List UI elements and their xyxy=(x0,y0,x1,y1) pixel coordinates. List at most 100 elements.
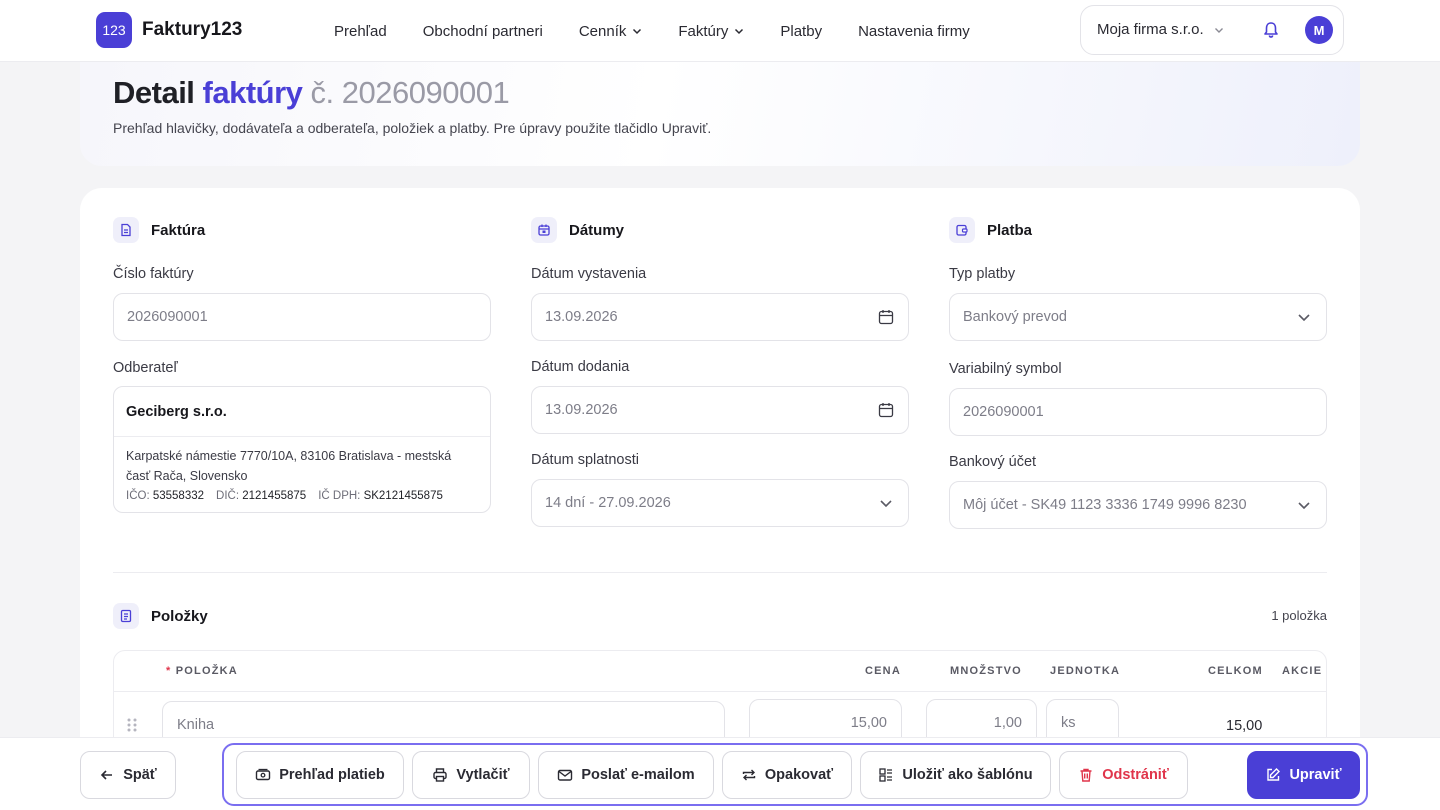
delivery-date-label: Dátum dodania xyxy=(531,359,630,375)
nav-label: Platby xyxy=(780,22,823,40)
print-button[interactable]: Vytlačiť xyxy=(412,751,530,799)
payment-type-select[interactable]: Bankový prevod xyxy=(949,293,1327,341)
section-title: Platba xyxy=(987,221,1033,239)
dic-label: DIČ: xyxy=(216,490,240,502)
repeat-icon xyxy=(742,769,756,781)
title-accent: faktúry xyxy=(202,75,303,110)
bell-icon[interactable] xyxy=(1261,20,1281,40)
wallet-icon xyxy=(949,217,975,243)
due-date-select[interactable]: 14 dní - 27.09.2026 xyxy=(531,479,909,527)
mail-icon xyxy=(558,769,573,781)
client-label: Odberateľ xyxy=(113,360,178,376)
edit-button[interactable]: Upraviť xyxy=(1247,751,1360,799)
column-header-price: CENA xyxy=(865,665,901,677)
field-value: Bankový prevod xyxy=(963,309,1067,325)
field-value: 13.09.2026 xyxy=(545,309,618,325)
payments-overview-button[interactable]: Prehľad platieb xyxy=(236,751,404,799)
column-header-unit: JEDNOTKA xyxy=(1050,665,1121,677)
items-section-header: Položky xyxy=(113,602,208,630)
nav-item-invoices[interactable]: Faktúry xyxy=(660,0,762,62)
column-header-actions: AKCIE xyxy=(1282,665,1323,677)
repeat-button[interactable]: Opakovať xyxy=(722,751,852,799)
document-icon xyxy=(113,217,139,243)
item-total: 15,00 xyxy=(1226,718,1263,734)
icdph-value: SK2121455875 xyxy=(363,490,443,502)
nav-item-payments[interactable]: Platby xyxy=(762,0,840,62)
button-label: Poslať e-mailom xyxy=(581,767,695,783)
main-nav: Prehľad Obchodní partneri Cenník Faktúry… xyxy=(316,0,988,62)
nav-label: Cenník xyxy=(578,22,627,40)
client-address: Karpatské námestie 7770/10A, 83106 Brati… xyxy=(126,449,452,483)
items-count: 1 položka xyxy=(1271,608,1327,623)
client-card[interactable]: Geciberg s.r.o. Karpatské námestie 7770/… xyxy=(113,386,491,513)
invoice-number-title: č. 2026090001 xyxy=(310,75,510,110)
chevron-down-icon xyxy=(633,28,642,35)
section-header: Platba xyxy=(949,216,1327,244)
calendar-icon xyxy=(531,217,557,243)
app-name: Faktury123 xyxy=(142,19,243,40)
nav-item-pricelist[interactable]: Cenník xyxy=(561,0,661,62)
field-value: 13.09.2026 xyxy=(545,402,618,418)
app-logo[interactable]: 123 Faktury123 xyxy=(96,12,242,48)
nav-label: Obchodní partneri xyxy=(422,22,543,40)
issue-date-field[interactable]: 13.09.2026 xyxy=(531,293,909,341)
calendar-icon[interactable] xyxy=(877,401,895,419)
delivery-date-field[interactable]: 13.09.2026 xyxy=(531,386,909,434)
nav-label: Prehľad xyxy=(334,22,387,40)
avatar[interactable]: M xyxy=(1305,16,1333,44)
header-divider xyxy=(114,691,1326,692)
client-ids: IČO: 53558332 DIČ: 2121455875 IČ DPH: SK… xyxy=(114,486,490,506)
company-name: Moja firma s.r.o. xyxy=(1097,21,1204,38)
action-bar: Späť Prehľad platieb Vytlačiť Poslať e-m… xyxy=(0,737,1440,810)
ico-value: 53558332 xyxy=(152,490,205,502)
send-email-button[interactable]: Poslať e-mailom xyxy=(538,751,714,799)
ico-label: IČO: xyxy=(126,490,150,502)
payment-section: Platba Typ platby Bankový prevod Variabi… xyxy=(949,216,1327,529)
bank-account-select[interactable]: Môj účet - SK49 1123 3336 1749 9996 8230 xyxy=(949,481,1327,529)
section-title: Dátumy xyxy=(569,221,625,239)
column-header-total: CELKOM xyxy=(1208,665,1263,677)
save-as-template-button[interactable]: Uložiť ako šablónu xyxy=(860,751,1051,799)
logo-mark: 123 xyxy=(96,12,132,48)
invoice-detail-card: Faktúra Číslo faktúry 2026090001 Odberat… xyxy=(80,188,1360,810)
calendar-icon[interactable] xyxy=(877,308,895,326)
nav-item-settings[interactable]: Nastavenia firmy xyxy=(840,0,988,62)
list-icon xyxy=(113,603,139,629)
money-icon xyxy=(256,768,271,781)
template-icon xyxy=(879,768,893,782)
variable-symbol-field[interactable]: 2026090001 xyxy=(949,388,1327,436)
button-label: Upraviť xyxy=(1289,767,1342,783)
required-mark: * xyxy=(166,665,172,677)
client-name: Geciberg s.r.o. xyxy=(114,387,490,437)
trash-icon xyxy=(1080,768,1092,782)
user-box: Moja firma s.r.o. M xyxy=(1080,5,1344,55)
drag-handle-icon[interactable] xyxy=(126,717,138,733)
section-title: Faktúra xyxy=(151,221,206,239)
invoice-number-label: Číslo faktúry xyxy=(113,266,194,282)
button-label: Odstrániť xyxy=(1102,767,1169,783)
back-button[interactable]: Späť xyxy=(80,751,176,799)
page-header: Detail faktúry č. 2026090001 Prehľad hla… xyxy=(80,62,1360,166)
variable-symbol-label: Variabilný symbol xyxy=(949,361,1062,377)
delete-button[interactable]: Odstrániť xyxy=(1059,751,1188,799)
column-header-item: * POLOŽKA xyxy=(166,665,238,677)
company-switcher[interactable]: Moja firma s.r.o. xyxy=(1097,21,1224,38)
nav-item-partners[interactable]: Obchodní partneri xyxy=(405,0,561,62)
column-header-quantity: MNOŽSTVO xyxy=(950,665,1022,677)
button-label: Uložiť ako šablónu xyxy=(902,767,1033,783)
button-label: Vytlačiť xyxy=(456,767,510,783)
dates-section: Dátumy Dátum vystavenia 13.09.2026 Dátum… xyxy=(531,216,909,527)
column-label: POLOŽKA xyxy=(175,665,238,677)
nav-label: Nastavenia firmy xyxy=(858,22,970,40)
bank-account-label: Bankový účet xyxy=(949,454,1037,470)
section-title: Položky xyxy=(151,607,208,625)
chevron-down-icon xyxy=(1298,314,1310,322)
invoice-number-field[interactable]: 2026090001 xyxy=(113,293,491,341)
icdph-label: IČ DPH: xyxy=(318,490,361,502)
button-label: Prehľad platieb xyxy=(279,767,385,783)
field-value: 2026090001 xyxy=(127,309,208,325)
nav-item-overview[interactable]: Prehľad xyxy=(316,0,405,62)
title-part: Detail xyxy=(113,75,195,110)
section-header: Položky xyxy=(113,602,208,630)
field-value: 2026090001 xyxy=(963,404,1044,420)
